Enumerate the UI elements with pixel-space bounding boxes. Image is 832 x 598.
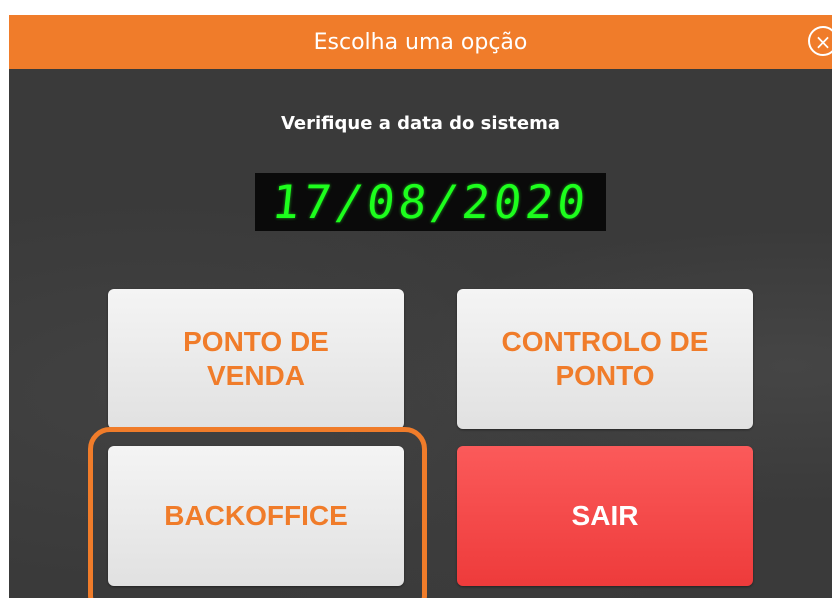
ponto-de-venda-label: PONTO DE VENDA [183,325,329,393]
sair-label: SAIR [571,500,639,531]
ponto-de-venda-label-line2: VENDA [206,360,305,391]
controlo-de-ponto-button[interactable]: CONTROLO DE PONTO [457,289,753,429]
dialog-window: Escolha uma opção × Verifique a data do … [9,15,832,598]
dialog-title: Escolha uma opção [313,29,528,55]
controlo-de-ponto-label-line1: CONTROLO DE [501,326,709,357]
dialog-titlebar: Escolha uma opção × [9,15,832,69]
controlo-de-ponto-label-line2: PONTO [555,360,655,391]
date-prompt-label: Verifique a data do sistema [280,113,560,134]
close-icon[interactable]: × [808,26,832,56]
sair-button[interactable]: SAIR [457,446,753,586]
controlo-de-ponto-label: CONTROLO DE PONTO [502,325,709,393]
ponto-de-venda-label-line1: PONTO DE [183,326,329,357]
system-date-value: 17/08/2020 [269,175,592,229]
system-date-display: 17/08/2020 [255,173,606,231]
selection-highlight [88,427,427,598]
ponto-de-venda-button[interactable]: PONTO DE VENDA [108,289,404,429]
